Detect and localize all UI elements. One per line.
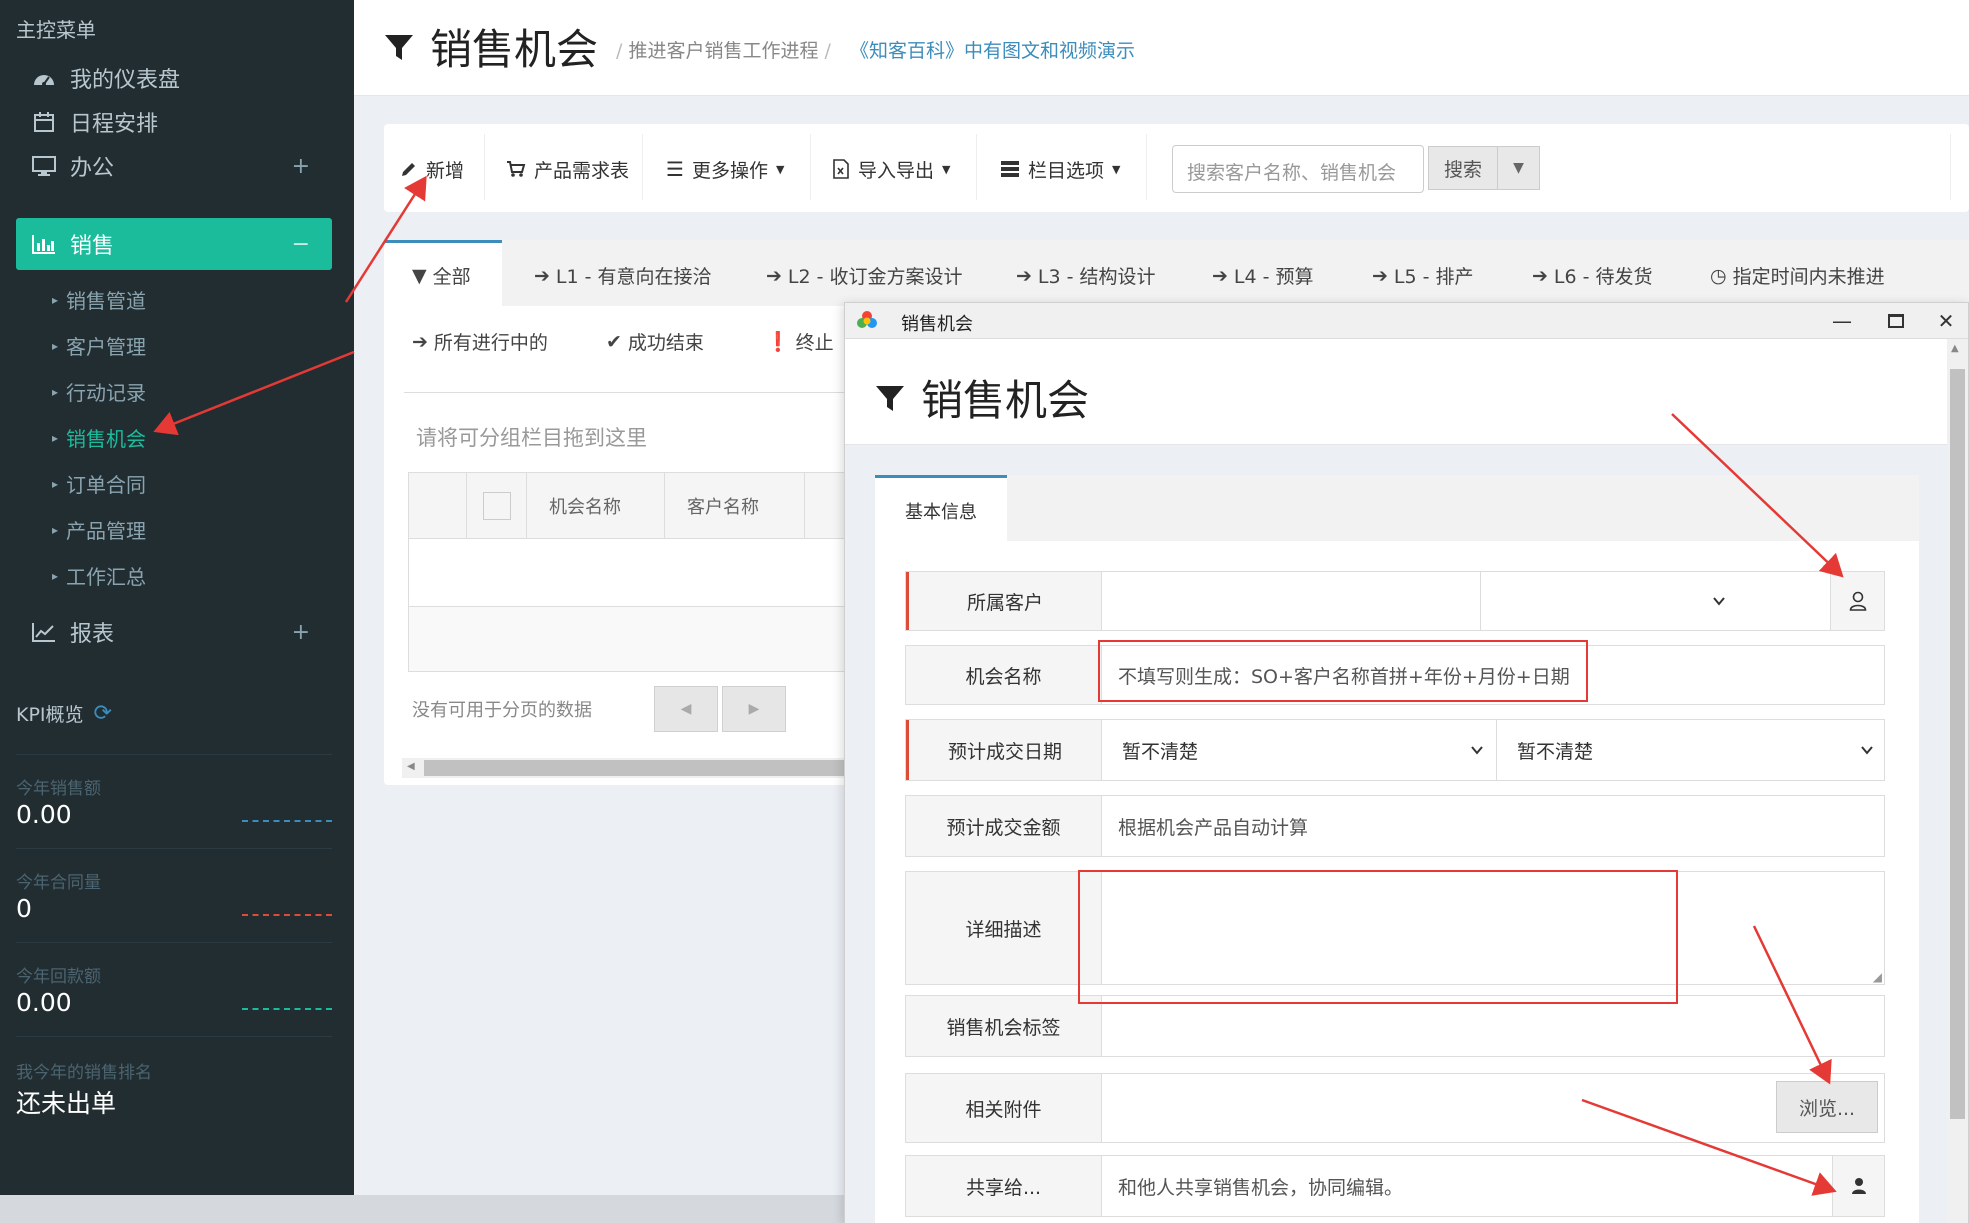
annotation-arrows xyxy=(153,175,1844,1196)
annotation-arrow xyxy=(344,175,427,303)
annotation-arrow xyxy=(153,350,355,436)
annotation-arrow xyxy=(1752,925,1832,1085)
annotation-arrow xyxy=(1671,413,1844,578)
annotation-arrow xyxy=(1581,1098,1837,1196)
